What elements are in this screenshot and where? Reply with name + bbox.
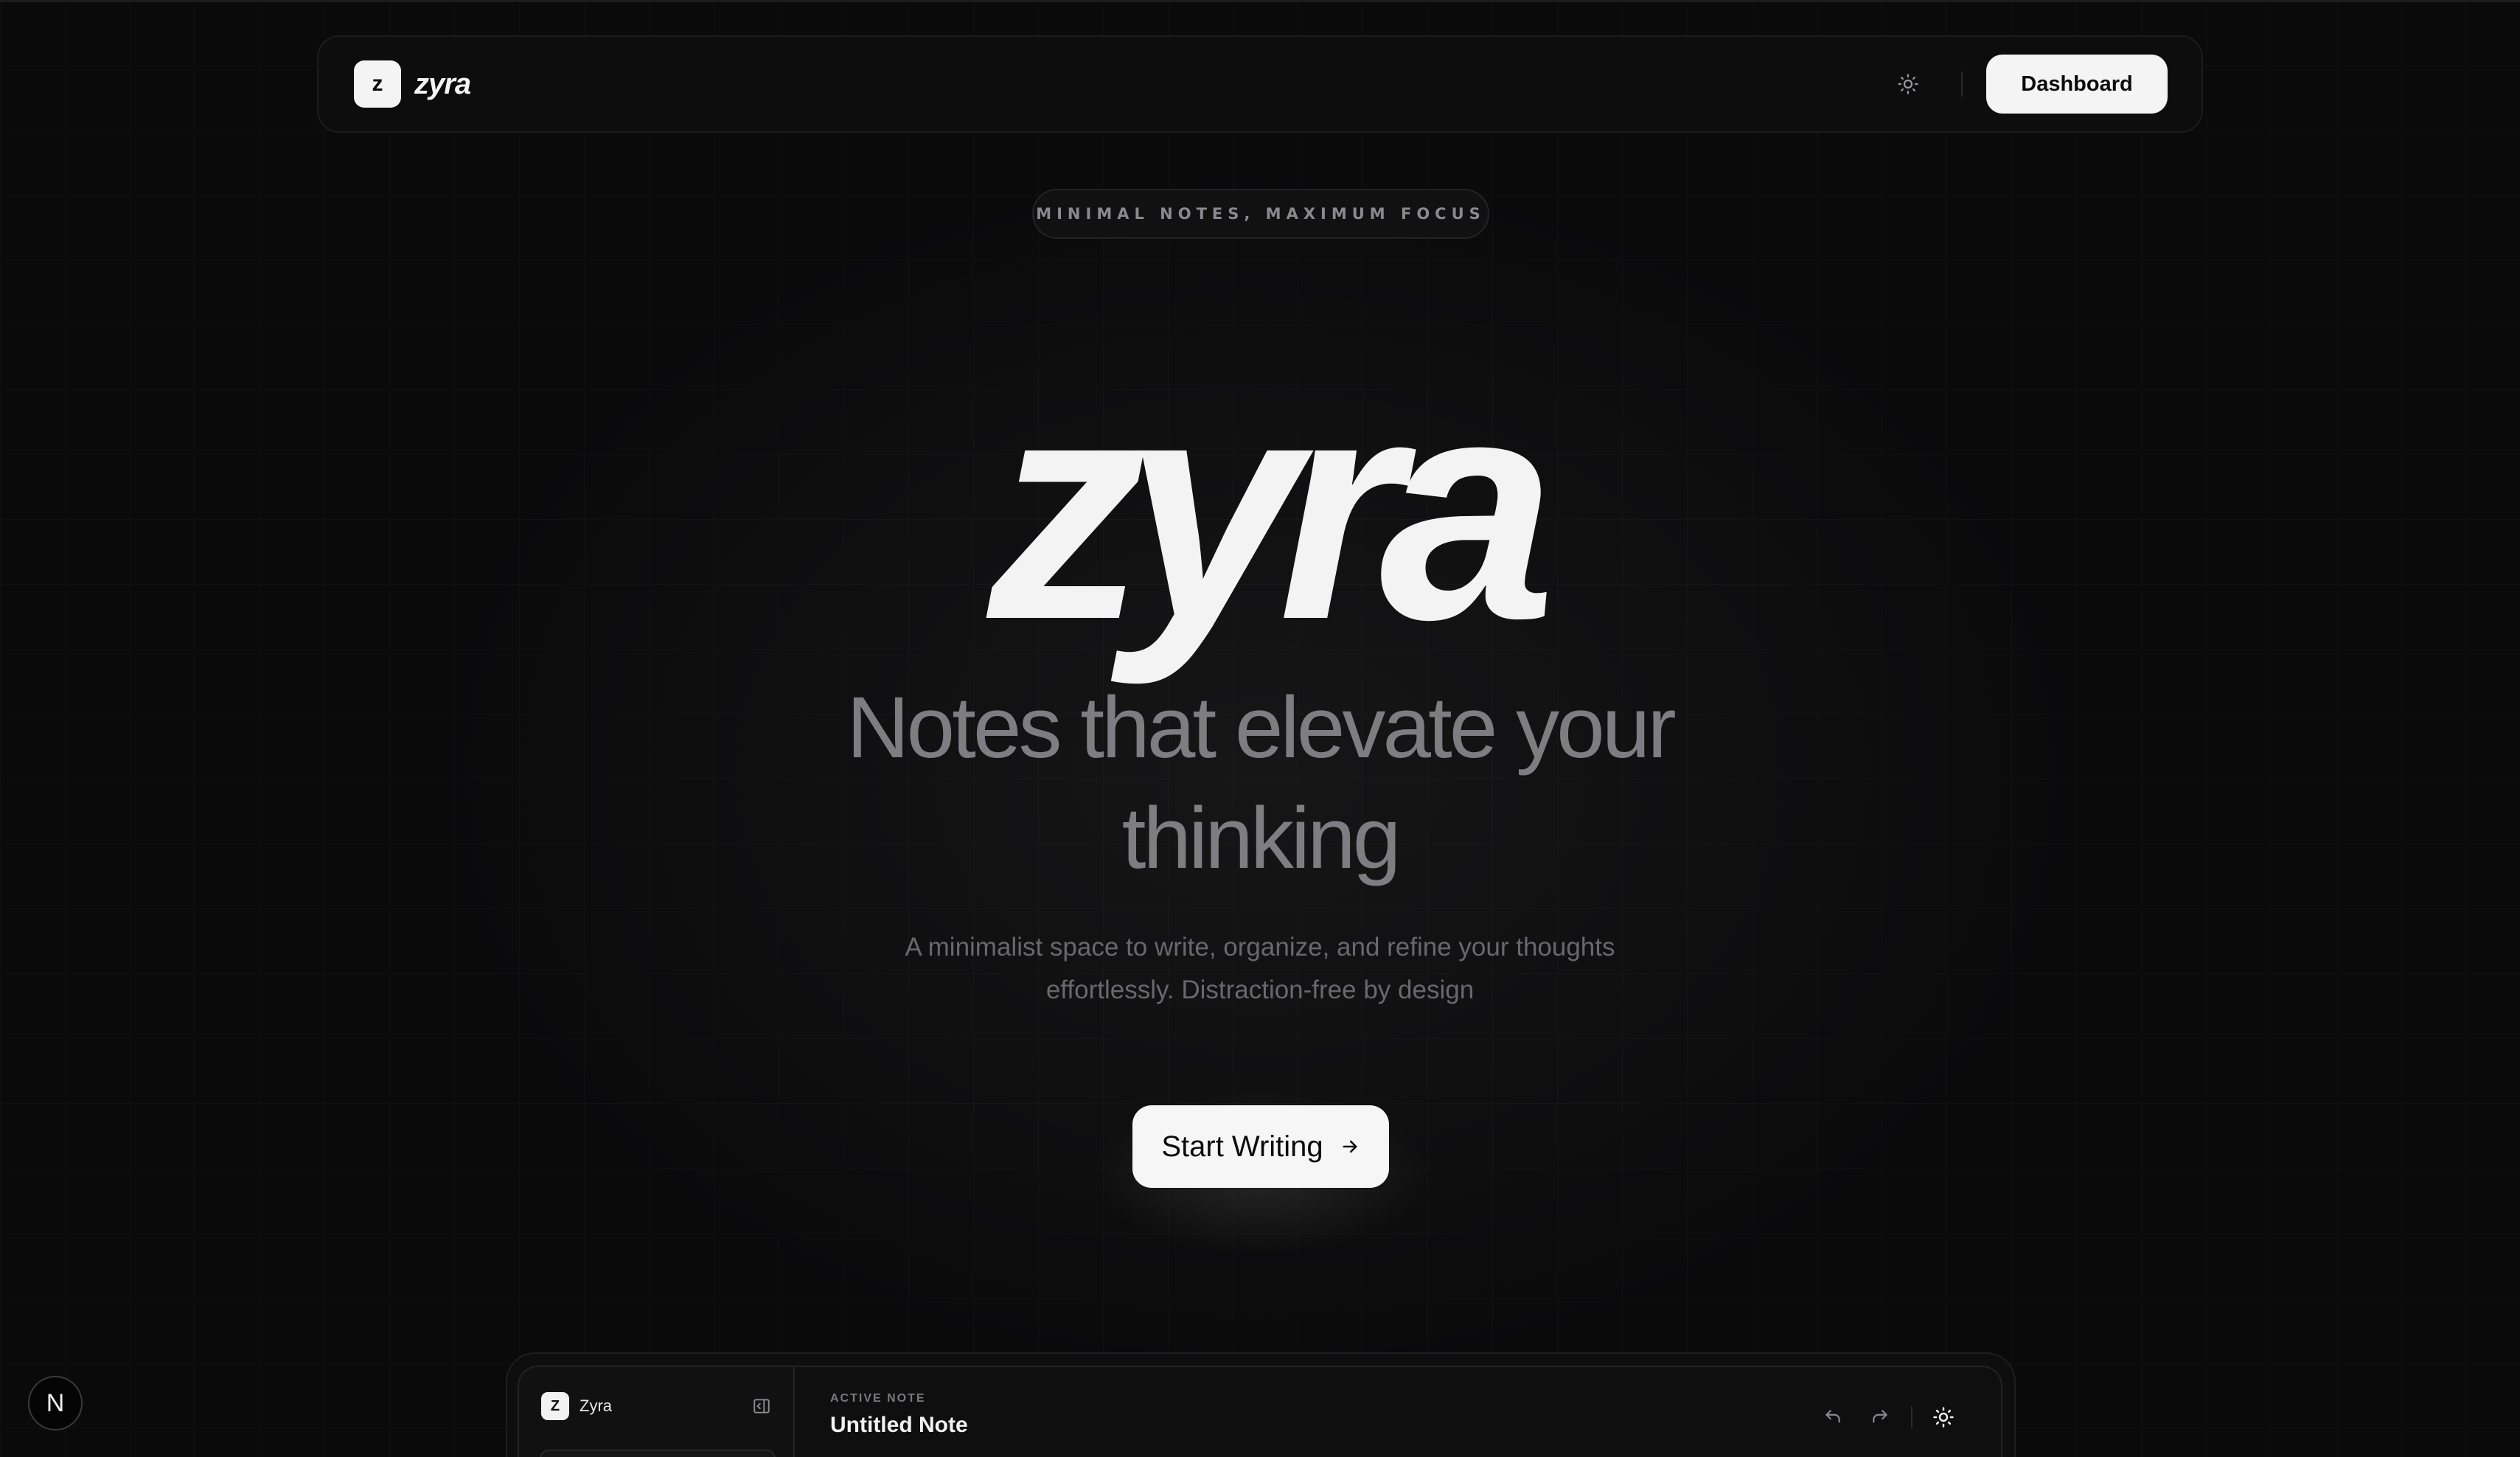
sidebar-search-input[interactable] <box>540 1450 776 1457</box>
description-line-2: effortlessly. Distraction-free by design <box>1045 976 1475 1004</box>
nav-actions: Dashboard <box>1886 55 2168 114</box>
nav-divider <box>1961 72 1963 97</box>
sun-icon <box>1898 74 1918 94</box>
brand-logo: z <box>354 60 401 108</box>
sidebar-logo: Z <box>541 1392 569 1420</box>
editor-theme-toggle[interactable] <box>1929 1402 1958 1432</box>
preview-editor: ACTIVE NOTE Untitled Note <box>795 1367 2001 1457</box>
editor-actions <box>1818 1402 1958 1432</box>
theme-toggle-button[interactable] <box>1886 62 1930 106</box>
sidebar-collapse-icon <box>753 1399 770 1413</box>
start-writing-button[interactable]: Start Writing <box>1132 1105 1389 1188</box>
headline: Notes that elevate your thinking <box>737 672 1783 894</box>
headline-line-2: thinking <box>1121 790 1402 887</box>
editor-divider <box>1911 1406 1912 1428</box>
description-line-1: A minimalist space to write, organize, a… <box>905 933 1615 962</box>
sun-icon <box>1933 1407 1954 1428</box>
top-border <box>0 0 2520 2</box>
sidebar-collapse-button[interactable] <box>751 1395 773 1417</box>
sidebar-app-name: Zyra <box>579 1397 612 1415</box>
undo-button[interactable] <box>1818 1402 1848 1432</box>
redo-icon <box>1873 1410 1887 1423</box>
brand-name: zyra <box>414 67 471 100</box>
hero-description: A minimalist space to write, organize, a… <box>855 926 1665 1012</box>
dashboard-button[interactable]: Dashboard <box>1986 55 2168 114</box>
navbar: z zyra Dashboard <box>317 35 2203 133</box>
app-preview: Z Zyra ACTIVE NOTE Untitled Note <box>518 1366 2002 1457</box>
arrow-right-icon <box>1340 1136 1360 1157</box>
brand[interactable]: z zyra <box>354 60 471 108</box>
headline-line-1: Notes that elevate your <box>846 679 1676 776</box>
start-writing-label: Start Writing <box>1161 1130 1323 1163</box>
hero-wordmark: zyra <box>987 332 1556 686</box>
sidebar-header: Z Zyra <box>541 1392 773 1420</box>
sidebar-brand[interactable]: Z Zyra <box>541 1392 612 1420</box>
preview-sidebar: Z Zyra <box>519 1367 795 1457</box>
redo-button[interactable] <box>1865 1402 1895 1432</box>
undo-icon <box>1825 1410 1840 1423</box>
dev-tools-badge[interactable]: N <box>28 1376 83 1430</box>
tagline-badge: MINIMAL NOTES, MAXIMUM FOCUS <box>1032 189 1489 239</box>
